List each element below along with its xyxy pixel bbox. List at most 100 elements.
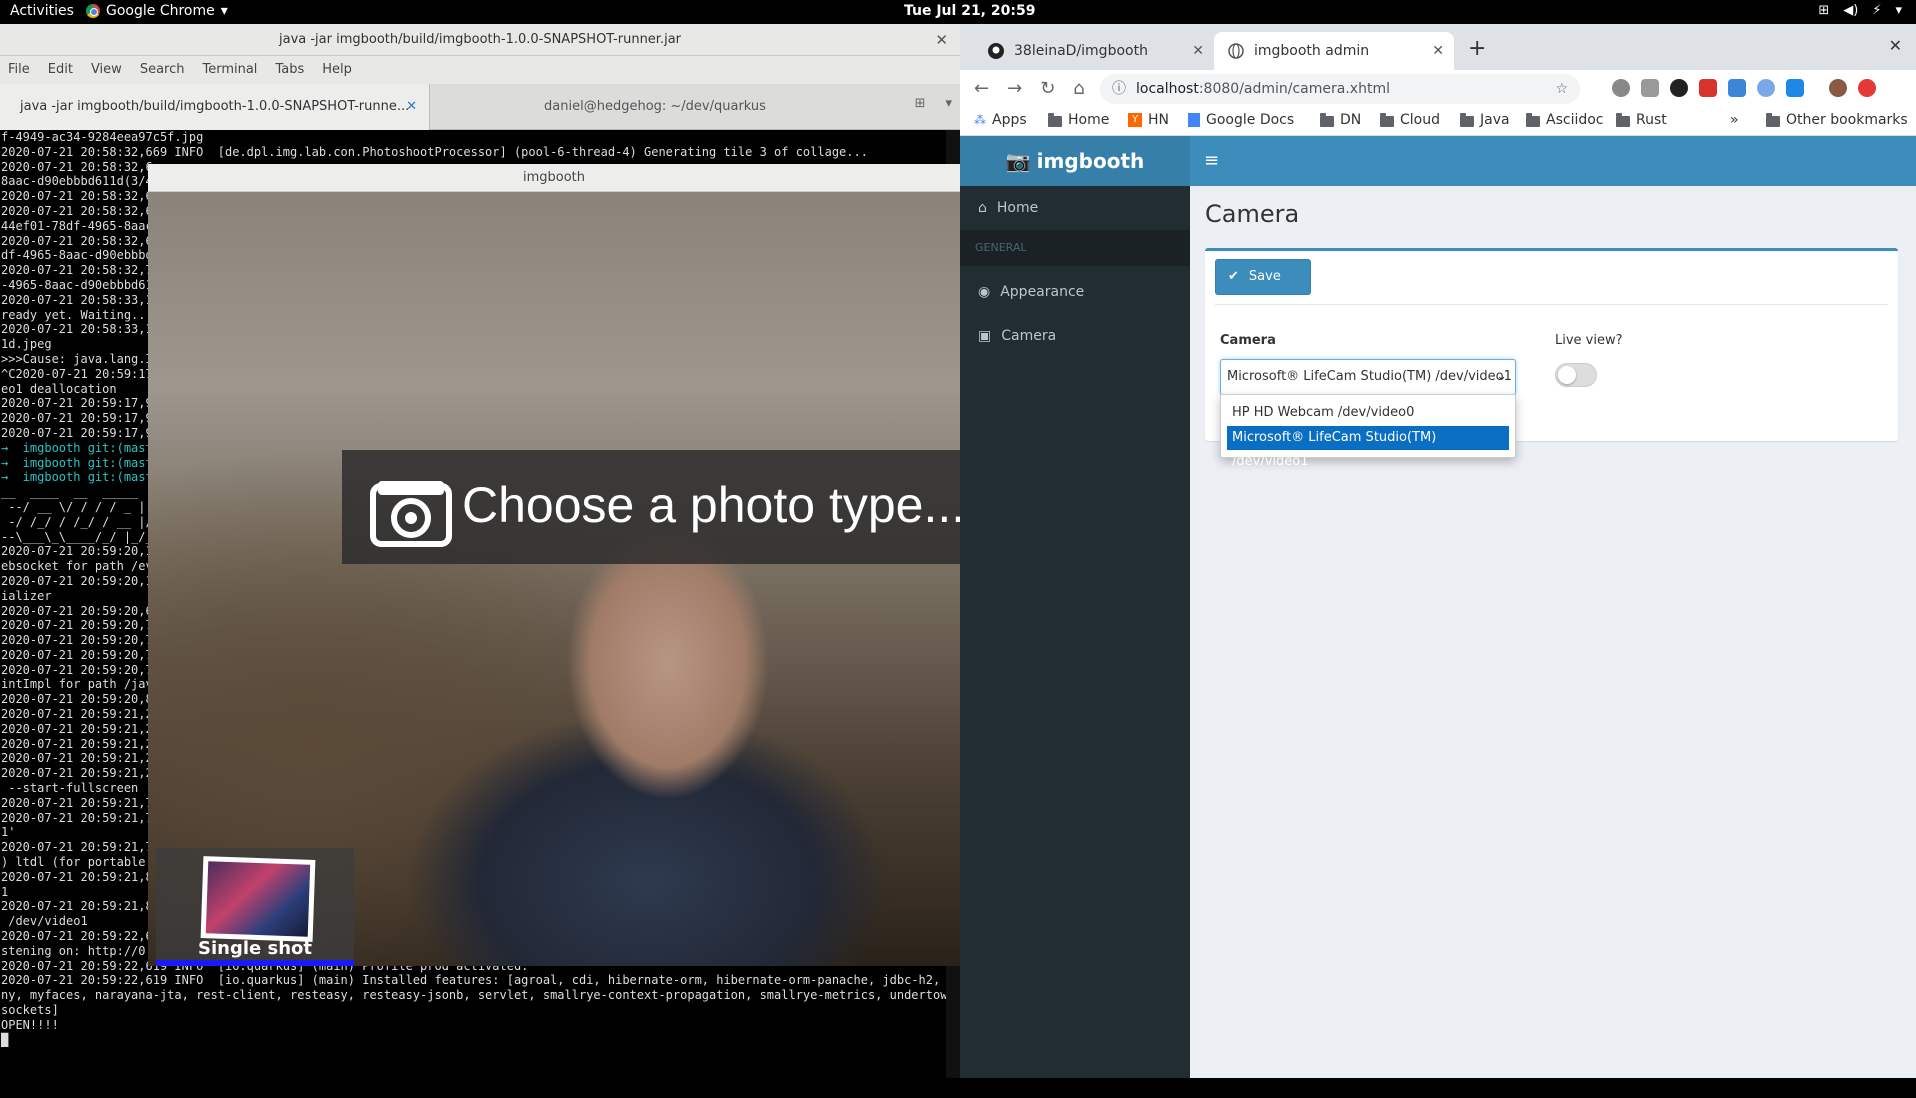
terminal-tab-quarkus[interactable]: daniel@hedgehog: ~/dev/quarkus: [430, 84, 880, 130]
terminal-menubar: File Edit View Search Terminal Tabs Help: [0, 56, 960, 84]
extension-icon[interactable]: [1786, 79, 1804, 97]
sidebar-header-general: GENERAL: [960, 230, 1190, 266]
menu-edit[interactable]: Edit: [48, 62, 73, 78]
sidebar-item-label: Appearance: [1000, 284, 1085, 300]
menu-file[interactable]: File: [8, 62, 30, 78]
sidebar-item-label: Home: [996, 200, 1039, 216]
apps-grid-icon: ⁂: [974, 113, 986, 127]
menu-terminal[interactable]: Terminal: [202, 62, 257, 78]
menu-search[interactable]: Search: [140, 62, 185, 78]
divider: [1215, 304, 1888, 305]
page-title: Camera: [1205, 200, 1300, 228]
bookmark-hn[interactable]: Y HN: [1128, 112, 1169, 128]
avatar[interactable]: [1829, 79, 1847, 97]
new-tab-icon[interactable]: ⊞: [915, 96, 926, 111]
bookmark-asciidoc[interactable]: Asciidoc: [1526, 112, 1604, 128]
live-view-toggle[interactable]: [1555, 363, 1597, 387]
chevron-down-icon[interactable]: ▾: [945, 96, 952, 111]
tab-label: java -jar imgbooth/build/imgbooth-1.0.0-…: [20, 99, 410, 114]
bookmark-dn[interactable]: DN: [1320, 112, 1361, 128]
menu-help[interactable]: Help: [322, 62, 352, 78]
selection-indicator: [156, 960, 354, 966]
save-button[interactable]: ✔ Save: [1215, 259, 1311, 295]
bookmarks-bar: ⁂ Apps Home Y HN Google Docs DN Cloud Java…: [960, 108, 1916, 136]
new-tab-button[interactable]: +: [1468, 36, 1486, 61]
bookmark-label: Google Docs: [1206, 112, 1295, 128]
menu-tabs[interactable]: Tabs: [275, 62, 304, 78]
update-icon[interactable]: [1858, 79, 1876, 97]
extension-icon[interactable]: [1641, 79, 1659, 97]
camera-select[interactable]: Microsoft® LifeCam Studio(TM) /dev/video…: [1220, 359, 1516, 395]
sidebar-item-home[interactable]: ⌂ Home: [960, 186, 1190, 230]
reload-icon[interactable]: ↻: [1040, 78, 1055, 99]
admin-navbar: ≡: [1190, 136, 1916, 186]
extension-icon[interactable]: [1670, 79, 1688, 97]
bookmark-label: Cloud: [1400, 112, 1440, 128]
menu-toggle-icon[interactable]: ≡: [1204, 150, 1219, 171]
camera-option-selected[interactable]: Microsoft® LifeCam Studio(TM) /dev/video…: [1227, 426, 1509, 469]
camera-live-view: Choose a photo type... Single shot: [148, 192, 960, 966]
bookmark-label: DN: [1340, 112, 1362, 128]
imgbooth-titlebar: imgbooth: [148, 164, 960, 192]
star-icon[interactable]: ☆: [1555, 74, 1568, 104]
app-menu-label: Google Chrome: [106, 3, 215, 19]
bookmark-home[interactable]: Home: [1048, 112, 1109, 128]
forward-icon[interactable]: →: [1007, 78, 1022, 99]
address-bar[interactable]: ⓘ localhost:8080/admin/camera.xhtml ☆: [1100, 74, 1580, 104]
gnome-top-bar: Activities Google Chrome ▾ Tue Jul 21, 2…: [0, 0, 1916, 24]
back-icon[interactable]: ←: [974, 78, 989, 99]
window-close-button[interactable]: ✕: [1889, 36, 1902, 55]
close-icon[interactable]: ✕: [1432, 32, 1444, 70]
camera-icon: 📷: [1005, 149, 1031, 173]
bookmark-label: Apps: [992, 112, 1027, 128]
terminal-tab-runner[interactable]: java -jar imgbooth/build/imgbooth-1.0.0-…: [0, 84, 430, 130]
folder-icon: [1526, 112, 1540, 127]
toggle-knob: [1558, 366, 1576, 384]
folder-icon: [1616, 112, 1630, 127]
single-shot-option[interactable]: Single shot: [156, 848, 354, 966]
bookmark-label: Asciidoc: [1546, 112, 1604, 128]
extension-icon[interactable]: [1757, 79, 1775, 97]
tab-imgbooth-admin[interactable]: imgbooth admin ✕: [1214, 32, 1454, 70]
other-bookmarks[interactable]: Other bookmarks: [1766, 112, 1908, 128]
tab-github[interactable]: 38leinaD/imgbooth ✕: [974, 32, 1214, 70]
close-icon[interactable]: ✕: [1192, 32, 1204, 70]
terminal-line: OPEN!!!!: [1, 1017, 59, 1032]
chrome-logo-icon: [86, 4, 100, 18]
chrome-window: 38leinaD/imgbooth ✕ imgbooth admin ✕ + ✕…: [960, 24, 1916, 1078]
info-icon[interactable]: ⓘ: [1112, 74, 1126, 104]
extension-icon[interactable]: [1612, 79, 1630, 97]
menu-view[interactable]: View: [91, 62, 122, 78]
bookmark-google-docs[interactable]: Google Docs: [1188, 112, 1294, 128]
volume-icon: ◀): [1843, 3, 1859, 18]
home-icon[interactable]: ⌂: [1073, 78, 1084, 99]
bookmark-apps[interactable]: ⁂ Apps: [974, 112, 1027, 128]
clock[interactable]: Tue Jul 21, 20:59: [904, 3, 1035, 19]
tab-controls: ⊞ ▾: [915, 96, 952, 111]
single-shot-thumbnail: [200, 856, 316, 942]
photo-type-banner: Choose a photo type...: [342, 450, 960, 564]
close-icon[interactable]: ✕: [935, 24, 948, 56]
bookmark-java[interactable]: Java: [1460, 112, 1510, 128]
activities-button[interactable]: Activities: [10, 3, 74, 19]
bookmark-rust[interactable]: Rust: [1616, 112, 1667, 128]
terminal-tabbar: java -jar imgbooth/build/imgbooth-1.0.0-…: [0, 84, 960, 130]
sidebar-item-camera[interactable]: ▣ Camera: [960, 314, 1190, 358]
bookmark-cloud[interactable]: Cloud: [1380, 112, 1440, 128]
extension-icon[interactable]: [1699, 79, 1717, 97]
system-tray[interactable]: ⊞ ◀) ⚡ ▾: [1818, 3, 1902, 18]
camera-option[interactable]: HP HD Webcam /dev/video0: [1227, 401, 1509, 425]
close-icon[interactable]: ✕: [406, 84, 417, 130]
admin-logo[interactable]: 📷 imgbooth: [960, 136, 1190, 186]
chevron-down-icon: ▾: [1895, 3, 1902, 18]
tab-label: imgbooth admin: [1254, 43, 1370, 59]
single-shot-label: Single shot: [198, 938, 312, 959]
extension-icon[interactable]: [1728, 79, 1746, 97]
sidebar-item-appearance[interactable]: ◉ Appearance: [960, 270, 1190, 314]
home-icon: ⌂: [978, 200, 987, 216]
more-bookmarks-button[interactable]: »: [1730, 112, 1739, 128]
folder-icon: [1048, 112, 1062, 127]
app-menu[interactable]: Google Chrome ▾: [86, 3, 228, 19]
sidebar-item-label: Camera: [1001, 328, 1057, 344]
url-path: :8080/admin/camera.xhtml: [1198, 81, 1390, 97]
